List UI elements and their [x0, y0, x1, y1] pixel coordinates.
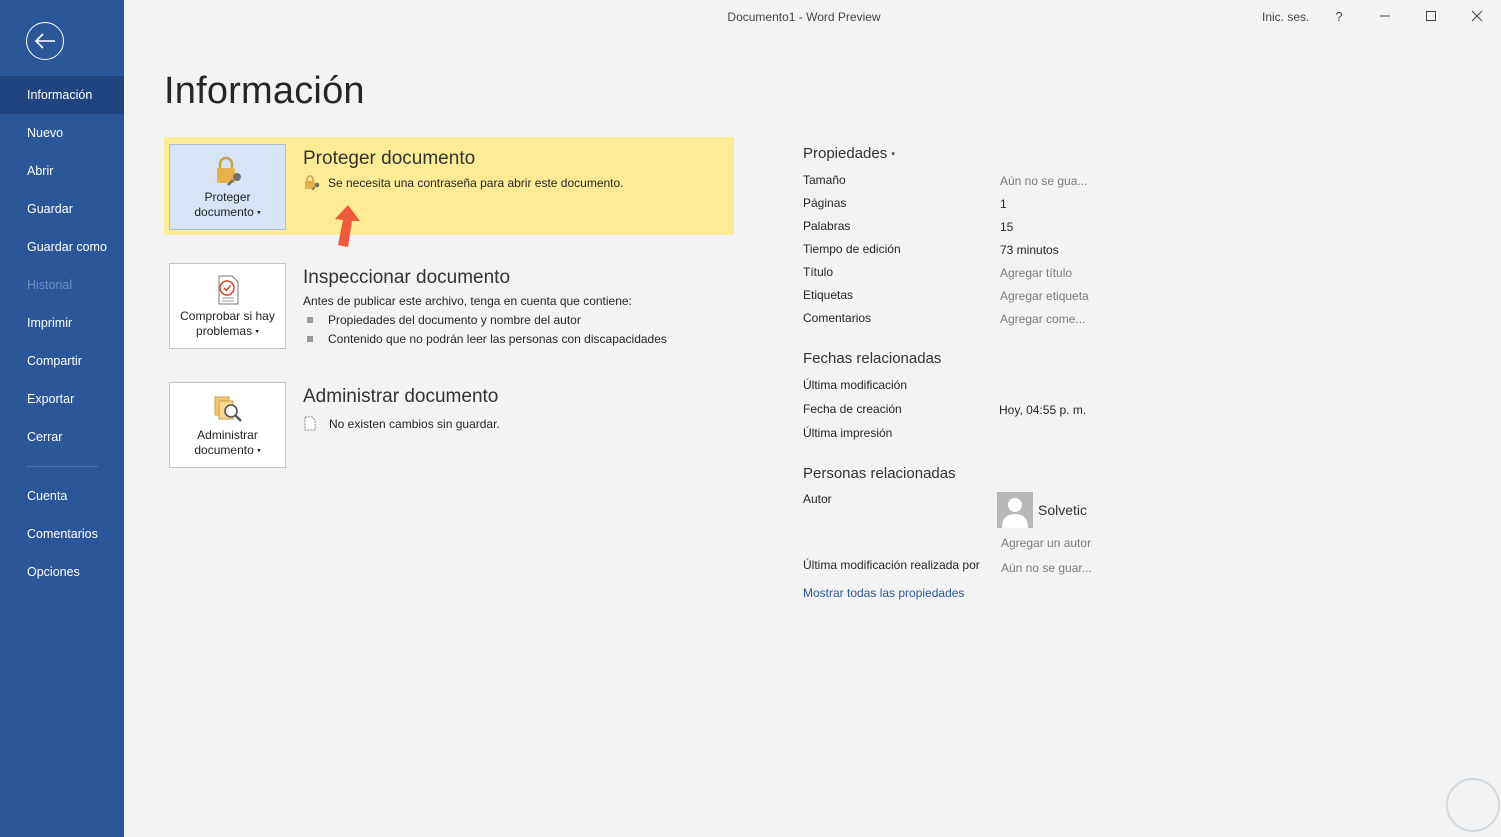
inspect-bullet-1: Propiedades del documento y nombre del a…	[328, 313, 581, 327]
close-icon	[1471, 10, 1483, 22]
manage-status-text: No existen cambios sin guardar.	[329, 416, 500, 431]
list-item: Propiedades del documento y nombre del a…	[307, 313, 581, 327]
prop-label-pages: Páginas	[803, 196, 847, 210]
date-value-created: Hoy, 04:55 p. m.	[999, 403, 1087, 417]
dates-heading: Fechas relacionadas	[803, 350, 942, 367]
protect-section-title: Proteger documento	[303, 148, 476, 169]
back-arrow-icon	[34, 33, 55, 49]
prop-value-pages: 1	[1000, 197, 1007, 211]
prop-value-edit-time: 73 minutos	[1000, 243, 1059, 257]
nav-item-comentarios[interactable]: Comentarios	[0, 515, 124, 553]
watermark-logo	[1446, 778, 1500, 832]
lock-small-icon	[305, 175, 320, 190]
prop-label-comments: Comentarios	[803, 311, 872, 325]
add-author-link[interactable]: Agregar un autor	[1001, 536, 1091, 550]
minimize-icon	[1380, 15, 1390, 17]
inspect-document-icon	[213, 274, 243, 306]
prop-label-edit-time: Tiempo de edición	[803, 242, 901, 256]
add-comments-field[interactable]: Agregar come...	[1000, 312, 1085, 326]
date-label-last-printed: Última impresión	[803, 426, 893, 440]
nav-item-abrir[interactable]: Abrir	[0, 152, 124, 190]
sign-in-link[interactable]: Inic. ses.	[1262, 10, 1309, 24]
manage-status-row: No existen cambios sin guardar.	[303, 416, 500, 431]
document-small-icon	[304, 416, 316, 431]
nav-item-imprimir[interactable]: Imprimir	[0, 304, 124, 342]
nav-item-nuevo[interactable]: Nuevo	[0, 114, 124, 152]
dropdown-caret-icon: ▾	[891, 151, 895, 159]
manage-tile-label-2: documento	[194, 443, 254, 457]
prop-value-size: Aún no se gua...	[1000, 174, 1088, 188]
date-label-created: Fecha de creación	[803, 402, 902, 416]
author-label: Autor	[803, 492, 832, 506]
prop-label-words: Palabras	[803, 219, 851, 233]
lock-key-icon	[211, 155, 245, 187]
check-issues-button[interactable]: Comprobar si hay problemas ▾	[169, 263, 286, 349]
list-item: Contenido que no podrán leer las persona…	[307, 332, 667, 346]
nav-item-historial: Historial	[27, 278, 73, 292]
protect-tile-label-1: Proteger	[204, 190, 251, 204]
prop-value-words: 15	[1000, 220, 1014, 234]
maximize-button[interactable]	[1416, 4, 1446, 28]
last-modified-by-value: Aún no se guar...	[1001, 561, 1092, 575]
nav-item-cuenta[interactable]: Cuenta	[0, 477, 124, 515]
manage-document-icon	[211, 393, 245, 425]
date-label-last-modified: Última modificación	[803, 378, 908, 392]
inspect-section-title: Inspeccionar documento	[303, 267, 511, 288]
protect-document-section: Proteger documento ▾ Proteger documento …	[164, 137, 734, 235]
annotation-arrow-icon	[335, 205, 360, 247]
inspect-tile-label-2: problemas	[196, 324, 253, 338]
dropdown-caret-icon: ▾	[257, 447, 261, 455]
nav-item-cerrar[interactable]: Cerrar	[0, 418, 124, 456]
manage-tile-label-1: Administrar	[197, 428, 258, 442]
add-title-field[interactable]: Agregar título	[1000, 266, 1072, 280]
help-button[interactable]: ?	[1324, 4, 1354, 28]
protect-status-text: Se necesita una contraseña para abrir es…	[328, 175, 624, 190]
nav-item-exportar[interactable]: Exportar	[0, 380, 124, 418]
manage-document-button[interactable]: Administrar documento ▾	[169, 382, 286, 468]
manage-section-title: Administrar documento	[303, 386, 499, 407]
prop-label-title: Título	[803, 265, 834, 279]
minimize-button[interactable]	[1370, 4, 1400, 28]
prop-label-tags: Etiquetas	[803, 288, 854, 302]
dropdown-caret-icon: ▾	[255, 328, 259, 336]
close-button[interactable]	[1462, 4, 1492, 28]
nav-item-guardar[interactable]: Guardar	[0, 190, 124, 228]
nav-item-guardar-como[interactable]: Guardar como	[0, 228, 124, 266]
bullet-icon	[307, 336, 313, 342]
nav-item-compartir[interactable]: Compartir	[0, 342, 124, 380]
add-tags-field[interactable]: Agregar etiqueta	[1000, 289, 1089, 303]
nav-item-informacion[interactable]: Información	[0, 76, 124, 114]
backstage-sidebar: Información Nuevo Abrir Guardar Guardar …	[0, 0, 124, 837]
protect-status-row: Se necesita una contraseña para abrir es…	[303, 175, 624, 190]
user-silhouette-icon	[1002, 498, 1028, 528]
properties-heading: Propiedades	[803, 145, 888, 162]
last-modified-by-label: Última modificación realizada por	[803, 558, 980, 572]
title-bar: Documento1 - Word Preview Inic. ses. ?	[124, 0, 1501, 34]
nav-divider	[26, 466, 98, 467]
manage-document-section: Administrar documento ▾ Administrar docu…	[164, 375, 734, 475]
properties-dropdown[interactable]: Propiedades ▾	[803, 145, 895, 162]
inspect-section-text: Antes de publicar este archivo, tenga en…	[303, 294, 632, 308]
page-title: Información	[164, 70, 365, 112]
protect-tile-label-2: documento	[194, 205, 254, 219]
prop-label-size: Tamaño	[803, 173, 846, 187]
bullet-icon	[307, 317, 313, 323]
show-all-properties-link[interactable]: Mostrar todas las propiedades	[803, 586, 964, 600]
people-heading: Personas relacionadas	[803, 465, 956, 482]
backstage-nav: Información Nuevo Abrir Guardar Guardar …	[0, 76, 124, 591]
inspect-tile-label-1: Comprobar si hay	[180, 309, 275, 323]
avatar[interactable]	[997, 492, 1033, 528]
dropdown-caret-icon: ▾	[257, 209, 261, 217]
author-name[interactable]: Solvetic	[1038, 502, 1087, 518]
inspect-document-section: Comprobar si hay problemas ▾ Inspecciona…	[164, 256, 734, 356]
back-button[interactable]	[26, 22, 64, 60]
inspect-bullet-2: Contenido que no podrán leer las persona…	[328, 332, 667, 346]
nav-item-opciones[interactable]: Opciones	[0, 553, 124, 591]
maximize-icon	[1426, 11, 1436, 21]
protect-document-button[interactable]: Proteger documento ▾	[169, 144, 286, 230]
